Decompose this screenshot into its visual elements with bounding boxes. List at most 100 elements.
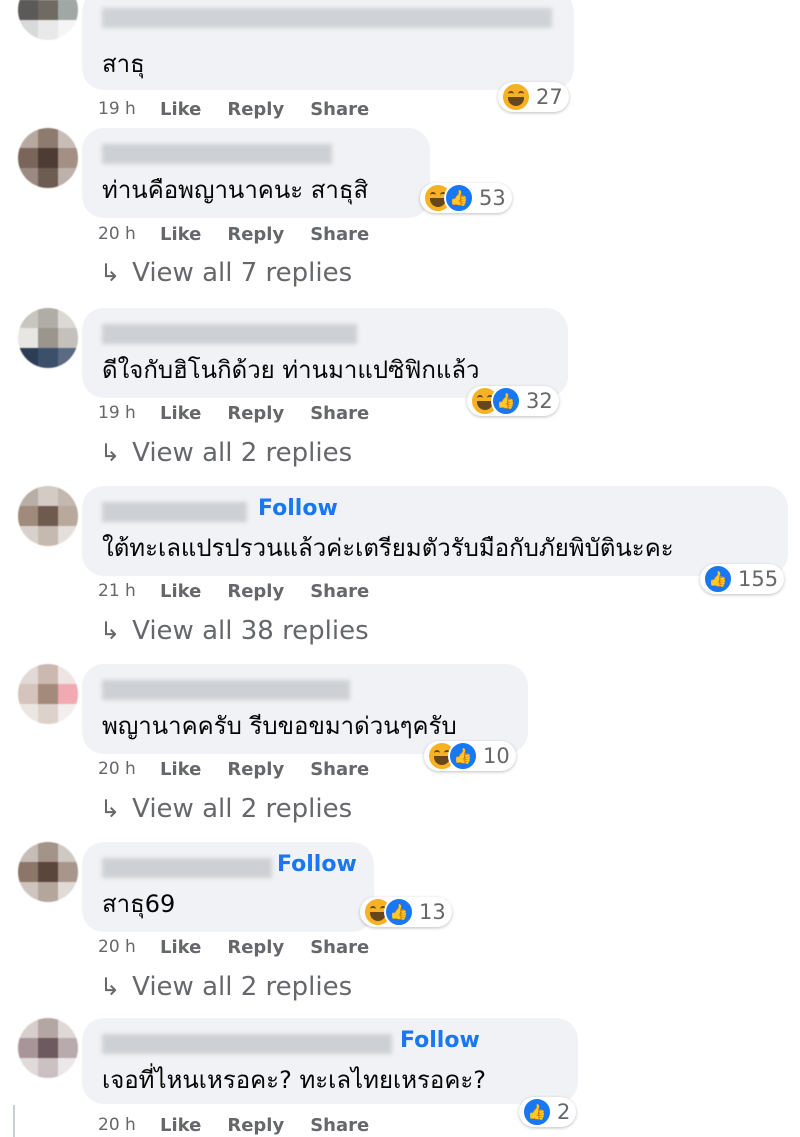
view-replies-link[interactable]: ↳ View all 2 replies	[100, 438, 352, 468]
like-button[interactable]: Like	[160, 224, 201, 245]
follow-button[interactable]: Follow	[258, 496, 338, 521]
view-replies-link[interactable]: ↳ View all 38 replies	[100, 616, 369, 646]
avatar[interactable]	[18, 842, 78, 902]
avatar[interactable]	[18, 486, 78, 546]
comment-text: ใต้ทะเลแปรปรวนแล้วค่ะเตรียมตัวรับมือกับภ…	[102, 534, 674, 562]
like-reaction-icon: 👍	[703, 564, 733, 594]
author-name[interactable]	[102, 324, 357, 344]
reaction-count: 27	[536, 85, 563, 109]
comment-text: ดีใจกับฮิโนกิด้วย ท่านมาแปซิฟิกแล้ว	[102, 356, 480, 384]
comment-time[interactable]: 19 h	[98, 403, 160, 423]
comment-actions: 19 h Like Reply Share	[98, 97, 395, 121]
comment-time[interactable]: 20 h	[98, 937, 160, 957]
like-button[interactable]: Like	[160, 403, 201, 424]
author-name[interactable]	[102, 680, 350, 700]
comment-bubble: ดีใจกับฮิโนกิด้วย ท่านมาแปซิฟิกแล้ว	[82, 308, 568, 398]
comment-text: ท่านคือพญานาคนะ สาธุสิ	[102, 176, 369, 204]
comment-actions: 21 h Like Reply Share	[98, 579, 395, 603]
comment-actions: 20 h Like Reply Share	[98, 757, 395, 781]
author-name[interactable]	[102, 858, 272, 878]
like-reaction-icon: 👍	[448, 741, 478, 771]
comment-actions: 20 h Like Reply Share	[98, 935, 395, 959]
reaction-summary[interactable]: 👍 32	[467, 386, 559, 416]
reaction-count: 10	[483, 744, 510, 768]
reply-button[interactable]: Reply	[227, 581, 284, 602]
view-replies-label: View all 2 replies	[132, 438, 353, 468]
like-reaction-icon: 👍	[491, 386, 521, 416]
comment-text: เจอที่ไหนเหรอคะ? ทะเลไทยเหรอคะ?	[102, 1066, 487, 1094]
comment-bubble: Follow เจอที่ไหนเหรอคะ? ทะเลไทยเหรอคะ?	[82, 1018, 578, 1104]
reaction-summary[interactable]: 👍 13	[360, 897, 452, 927]
follow-button[interactable]: Follow	[400, 1028, 480, 1053]
reply-button[interactable]: Reply	[227, 759, 284, 780]
avatar[interactable]	[18, 664, 78, 724]
reaction-count: 2	[557, 1100, 571, 1124]
like-button[interactable]: Like	[160, 1115, 201, 1136]
like-button[interactable]: Like	[160, 581, 201, 602]
comment-actions: 20 h Like Reply Share	[98, 222, 395, 246]
comment-time[interactable]: 20 h	[98, 224, 160, 244]
like-button[interactable]: Like	[160, 937, 201, 958]
follow-button[interactable]: Follow	[277, 852, 357, 877]
reaction-count: 32	[526, 389, 553, 413]
comment-actions: 19 h Like Reply Share	[98, 401, 395, 425]
avatar[interactable]	[18, 308, 78, 368]
comment-bubble: Follow ใต้ทะเลแปรปรวนแล้วค่ะเตรียมตัวรับ…	[82, 486, 788, 576]
author-name[interactable]	[102, 1034, 392, 1054]
comment-actions: 20 h Like Reply Share	[98, 1113, 395, 1137]
share-button[interactable]: Share	[310, 581, 369, 602]
comment-bubble: สาธุ	[82, 0, 574, 90]
like-reaction-icon: 👍	[522, 1097, 552, 1127]
share-button[interactable]: Share	[310, 99, 369, 120]
comment-bubble: Follow สาธุ69	[82, 842, 374, 932]
view-replies-link[interactable]: ↳ View all 2 replies	[100, 972, 352, 1002]
avatar[interactable]	[18, 1018, 78, 1078]
author-name[interactable]	[102, 502, 247, 522]
comment-time[interactable]: 20 h	[98, 1115, 160, 1135]
reply-arrow-icon: ↳	[100, 259, 121, 287]
view-replies-label: View all 7 replies	[132, 258, 353, 288]
reply-arrow-icon: ↳	[100, 617, 121, 645]
reply-arrow-icon: ↳	[100, 439, 121, 467]
haha-reaction-icon	[501, 82, 531, 112]
share-button[interactable]: Share	[310, 224, 369, 245]
comment-time[interactable]: 21 h	[98, 581, 160, 601]
reply-button[interactable]: Reply	[227, 1115, 284, 1136]
view-replies-link[interactable]: ↳ View all 2 replies	[100, 794, 352, 824]
reply-button[interactable]: Reply	[227, 99, 284, 120]
view-replies-label: View all 2 replies	[132, 972, 353, 1002]
author-name[interactable]	[102, 144, 332, 164]
comment-time[interactable]: 19 h	[98, 99, 160, 119]
thread-line	[13, 1105, 15, 1137]
comment-time[interactable]: 20 h	[98, 759, 160, 779]
avatar[interactable]	[18, 0, 78, 40]
reaction-summary[interactable]: 👍 2	[519, 1097, 577, 1127]
comment-text: สาธุ69	[102, 890, 176, 918]
reaction-summary[interactable]: 👍 53	[420, 183, 512, 213]
author-name[interactable]	[102, 8, 552, 28]
like-button[interactable]: Like	[160, 759, 201, 780]
reaction-summary[interactable]: 27	[498, 82, 569, 112]
share-button[interactable]: Share	[310, 937, 369, 958]
reaction-count: 155	[738, 567, 779, 591]
view-replies-link[interactable]: ↳ View all 7 replies	[100, 258, 352, 288]
comment-text: สาธุ	[102, 50, 145, 78]
like-reaction-icon: 👍	[444, 183, 474, 213]
comment-text: พญานาคครับ รีบขอขมาด่วนๆครับ	[102, 712, 457, 740]
reaction-summary[interactable]: 👍 155	[700, 564, 785, 594]
reaction-count: 53	[479, 186, 506, 210]
reply-arrow-icon: ↳	[100, 973, 121, 1001]
reply-arrow-icon: ↳	[100, 795, 121, 823]
reply-button[interactable]: Reply	[227, 224, 284, 245]
reaction-summary[interactable]: 👍 10	[424, 741, 516, 771]
view-replies-label: View all 2 replies	[132, 794, 353, 824]
share-button[interactable]: Share	[310, 759, 369, 780]
reply-button[interactable]: Reply	[227, 937, 284, 958]
reply-button[interactable]: Reply	[227, 403, 284, 424]
comment-bubble: ท่านคือพญานาคนะ สาธุสิ	[82, 128, 430, 218]
like-reaction-icon: 👍	[384, 897, 414, 927]
like-button[interactable]: Like	[160, 99, 201, 120]
avatar[interactable]	[18, 128, 78, 188]
share-button[interactable]: Share	[310, 403, 369, 424]
share-button[interactable]: Share	[310, 1115, 369, 1136]
